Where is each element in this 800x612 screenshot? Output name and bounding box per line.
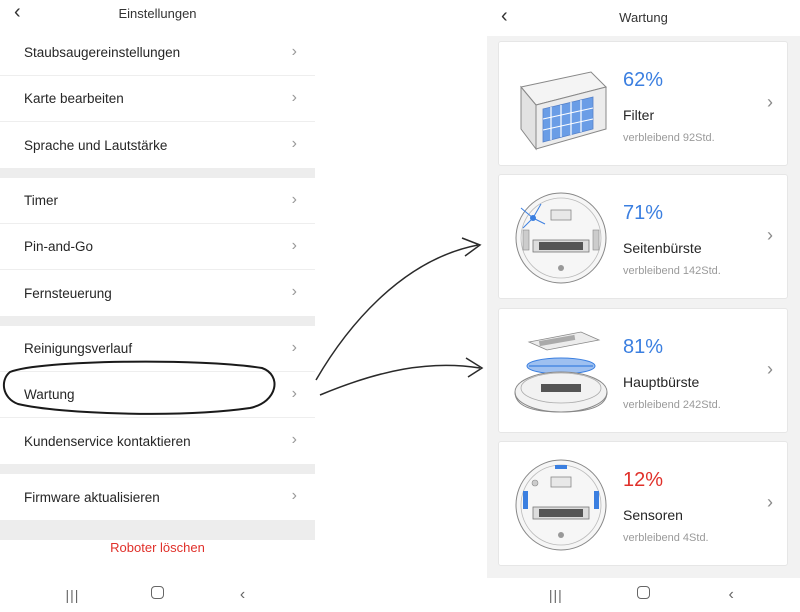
settings-item-customer-service[interactable]: Kundenservice kontaktieren › (0, 418, 315, 464)
filter-icon (520, 71, 607, 151)
filter-remaining: verbleibend 92Std. (623, 132, 715, 144)
settings-screen: ‹ Einstellungen Staubsaugereinstellungen… (0, 0, 315, 612)
settings-item-cleaning-history[interactable]: Reinigungsverlauf › (0, 326, 315, 372)
chevron-right-icon: › (767, 225, 773, 245)
main-brush-percentage: 81% (623, 336, 664, 358)
recent-apps-icon[interactable]: ||| (58, 587, 88, 603)
settings-group-2: Timer › Pin-and-Go › Fernsteuerung › (0, 178, 315, 316)
settings-item-language-volume[interactable]: Sprache und Lautstärke › (0, 122, 315, 168)
page-title: Einstellungen (118, 6, 197, 21)
chevron-right-icon: › (767, 92, 773, 112)
maintenance-card-main-brush[interactable]: 81% Hauptbürste verbleibend 242Std. › (498, 308, 788, 433)
settings-item-label: Firmware aktualisieren (24, 489, 160, 505)
home-button[interactable] (143, 586, 173, 604)
home-icon (151, 586, 164, 599)
settings-item-label: Fernsteuerung (24, 285, 112, 301)
settings-item-maintenance[interactable]: Wartung › (0, 372, 315, 418)
settings-item-timer[interactable]: Timer › (0, 178, 315, 224)
recent-apps-icon[interactable]: ||| (541, 587, 571, 603)
delete-robot-button[interactable]: Roboter löschen (0, 540, 315, 555)
chevron-right-icon: › (291, 487, 297, 504)
side-brush-percentage: 71% (623, 202, 664, 224)
page-title: Wartung (619, 10, 668, 25)
settings-item-label: Wartung (24, 387, 75, 402)
side-brush-remaining: verbleibend 142Std. (623, 265, 721, 277)
system-nav-bar: ||| ‹ (487, 578, 800, 612)
settings-group-3: Reinigungsverlauf › Wartung › Kundenserv… (0, 326, 315, 464)
settings-group-1: Staubsaugereinstellungen › Karte bearbei… (0, 30, 315, 168)
settings-item-firmware-update[interactable]: Firmware aktualisieren › (0, 474, 315, 520)
filter-percentage: 62% (623, 69, 664, 91)
system-nav-bar: ||| ‹ (0, 583, 315, 607)
side-brush-icon (515, 192, 607, 284)
settings-group-4: Firmware aktualisieren › (0, 474, 315, 520)
sensors-percentage: 12% (623, 469, 664, 491)
chevron-right-icon: › (291, 237, 297, 254)
sensors-remaining: verbleibend 4Std. (623, 532, 709, 544)
settings-header: ‹ Einstellungen (0, 0, 315, 30)
chevron-right-icon: › (291, 339, 297, 356)
maintenance-card-filter[interactable]: 62% Filter verbleibend 92Std. › (498, 41, 788, 166)
maintenance-header: ‹ Wartung (487, 0, 800, 36)
chevron-right-icon: › (291, 89, 297, 106)
settings-item-vacuum-settings[interactable]: Staubsaugereinstellungen › (0, 30, 315, 76)
chevron-right-icon: › (291, 43, 297, 60)
settings-item-edit-map[interactable]: Karte bearbeiten › (0, 76, 315, 122)
maintenance-card-sensors[interactable]: 12% Sensoren verbleibend 4Std. › (498, 441, 788, 566)
settings-list: Staubsaugereinstellungen › Karte bearbei… (0, 30, 315, 540)
settings-item-label: Sprache und Lautstärke (24, 137, 168, 153)
home-icon (636, 586, 650, 599)
chevron-right-icon: › (291, 431, 297, 448)
arrow-to-side-brush (315, 244, 479, 381)
chevron-right-icon: › (291, 283, 297, 300)
side-brush-name: Seitenbürste (623, 240, 702, 256)
sensors-name: Sensoren (623, 507, 683, 523)
settings-item-remote-control[interactable]: Fernsteuerung › (0, 270, 315, 316)
settings-item-pin-and-go[interactable]: Pin-and-Go › (0, 224, 315, 270)
settings-item-label: Pin-and-Go (24, 239, 94, 254)
arrowhead-1 (461, 237, 482, 257)
settings-item-label: Karte bearbeiten (24, 91, 124, 106)
maintenance-screen: ‹ Wartung 62% Filter verbleibend 92Std. … (487, 0, 800, 612)
chevron-right-icon: › (291, 385, 297, 402)
settings-item-label: Reinigungsverlauf (24, 341, 133, 356)
back-icon[interactable]: ‹ (228, 586, 258, 604)
settings-item-label: Kundenservice kontaktieren (24, 433, 191, 449)
chevron-right-icon: › (291, 191, 297, 208)
filter-name: Filter (623, 107, 655, 123)
sensor-icon (515, 459, 607, 551)
maintenance-card-side-brush[interactable]: 71% Seitenbürste verbleibend 142Std. › (498, 174, 788, 299)
home-button[interactable] (628, 586, 658, 604)
settings-item-label: Staubsaugereinstellungen (24, 45, 181, 60)
chevron-right-icon: › (767, 492, 773, 512)
main-brush-icon (514, 331, 608, 413)
main-brush-name: Hauptbürste (623, 374, 700, 390)
arrowhead-2 (465, 357, 484, 378)
arrow-to-main-brush (319, 364, 481, 396)
chevron-right-icon: › (767, 359, 773, 379)
chevron-right-icon: › (291, 135, 297, 152)
main-brush-remaining: verbleibend 242Std. (623, 399, 721, 411)
back-icon[interactable]: ‹ (716, 586, 746, 604)
settings-item-label: Timer (24, 193, 58, 208)
